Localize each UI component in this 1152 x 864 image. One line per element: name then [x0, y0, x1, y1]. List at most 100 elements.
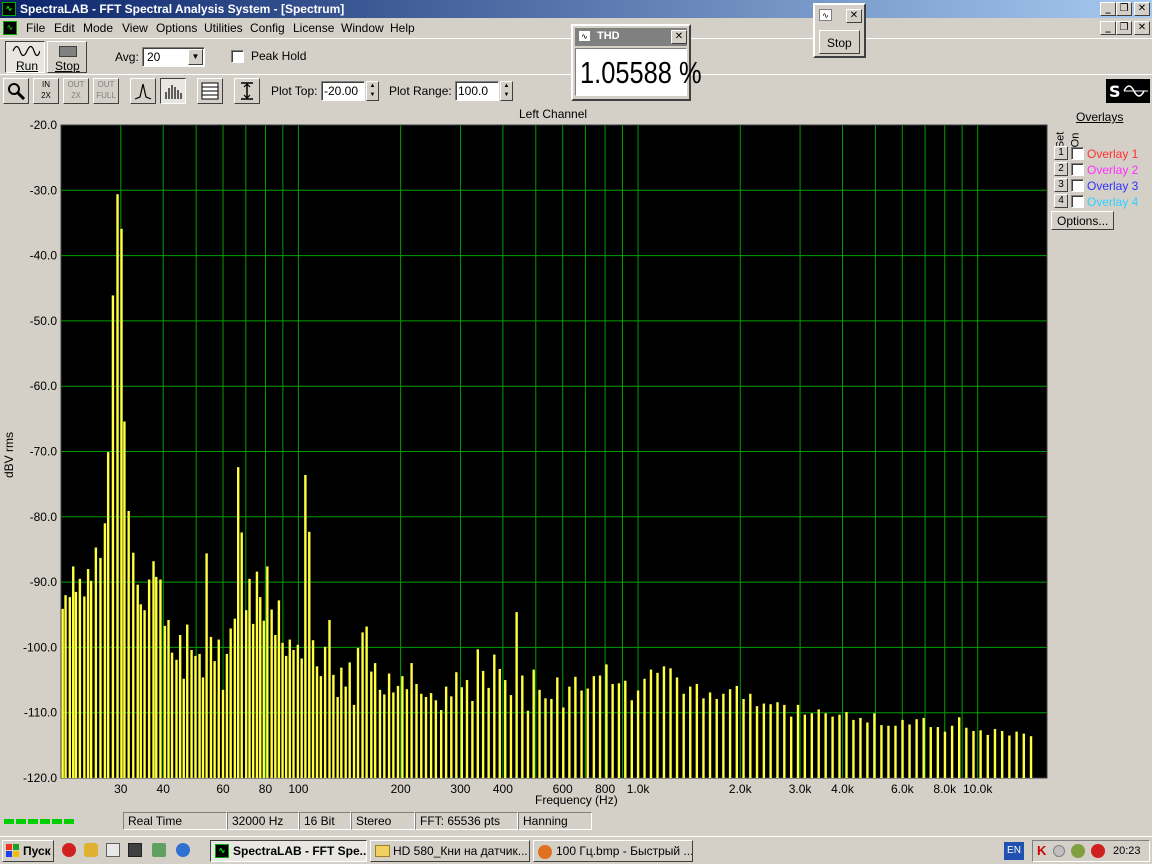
spectrum-bar	[106, 452, 110, 778]
task-spectralab[interactable]: ∿ SpectraLAB - FFT Spe...	[210, 840, 367, 862]
document-icon[interactable]: ∿	[3, 21, 17, 35]
spectrum-bar	[383, 694, 386, 778]
menu-config[interactable]: Config	[250, 21, 285, 35]
plot-range-input[interactable]: 100.0	[455, 81, 499, 101]
spectrum-bar	[311, 640, 315, 778]
spectrum-bar	[669, 668, 672, 778]
spectrum-bar	[728, 689, 732, 778]
language-indicator[interactable]: EN	[1004, 842, 1024, 860]
spectrum-bar	[824, 713, 827, 778]
status-fft: FFT: 65536 pts	[415, 812, 518, 830]
doc-restore-icon[interactable]: ❐	[1116, 21, 1132, 35]
spectrum-bar	[167, 619, 170, 778]
quicklaunch-app4-icon[interactable]	[128, 843, 142, 857]
spectrum-bar	[270, 609, 273, 778]
spectrum-bar	[901, 719, 904, 778]
close-icon[interactable]: ✕	[1134, 2, 1150, 16]
quicklaunch-app3-icon[interactable]	[106, 843, 120, 857]
menu-mode[interactable]: Mode	[83, 21, 113, 35]
antivirus-icon[interactable]: K	[1037, 844, 1049, 858]
spectrum-bar	[392, 692, 395, 778]
spectrum-bar	[266, 566, 269, 778]
network-icon[interactable]	[1053, 845, 1065, 857]
y-tick-label: -30.0	[30, 183, 58, 197]
quicklaunch-music-icon[interactable]	[152, 843, 166, 857]
overlay-set-button-3[interactable]: 3	[1054, 178, 1068, 192]
spectrum-bar	[986, 734, 989, 778]
peak-hold-checkbox[interactable]	[231, 50, 244, 63]
overlay-checkbox-3[interactable]	[1071, 179, 1084, 192]
spectrum-bar	[378, 689, 382, 778]
spectrum-bar	[439, 710, 443, 778]
stop-window-button[interactable]: Stop	[819, 30, 860, 54]
spectrum-bar	[175, 659, 178, 778]
doc-minimize-icon[interactable]: _	[1100, 21, 1116, 35]
overlay-set-button-1[interactable]: 1	[1054, 146, 1068, 160]
zoom-out-2x-button[interactable]: OUT 2X	[63, 78, 89, 104]
spectrum-chart[interactable]: -20.0 -30.0 -40.0 -50.0 -60.0 -70.0 -80.0 -90.0…	[0, 106, 1152, 810]
minimize-icon[interactable]: _	[1100, 2, 1116, 16]
start-button[interactable]: Пуск	[2, 840, 54, 862]
overlays-title: Overlays	[1076, 110, 1124, 124]
spectrum-bar	[68, 597, 71, 778]
run-button[interactable]: Run	[5, 41, 45, 73]
plot-top-input[interactable]: -20.00	[321, 81, 365, 101]
zoom-full-button[interactable]: OUT FULL	[93, 78, 119, 104]
overlay-checkbox-4[interactable]	[1071, 195, 1084, 208]
doc-close-icon[interactable]: ✕	[1134, 21, 1150, 35]
menu-view[interactable]: View	[122, 21, 148, 35]
menu-window[interactable]: Window	[341, 21, 384, 35]
plot-range-spinner[interactable]: ▲ ▼	[500, 81, 513, 101]
overlay-checkbox-2[interactable]	[1071, 163, 1084, 176]
tray-app-icon[interactable]	[1071, 844, 1085, 858]
status-mode: Real Time	[123, 812, 227, 830]
overlay-options-button[interactable]: Options...	[1051, 211, 1114, 230]
zoom-in-2x-button[interactable]: IN 2X	[33, 78, 59, 104]
overlay-set-button-2[interactable]: 2	[1054, 162, 1068, 176]
spectrum-bar	[950, 725, 954, 778]
zoom-button[interactable]	[3, 78, 29, 104]
quicklaunch-app2-icon[interactable]	[84, 843, 98, 857]
menu-utilities[interactable]: Utilities	[204, 21, 243, 35]
spectrum-bar	[598, 675, 602, 778]
overlay-checkbox-1[interactable]	[1071, 147, 1084, 160]
status-bar: Real Time 32000 Hz 16 Bit Stereo FFT: 65…	[0, 810, 1152, 832]
spectrum-bar	[789, 716, 793, 778]
stop-button[interactable]: Stop	[47, 41, 87, 73]
menu-license[interactable]: License	[293, 21, 334, 35]
spectrum-bar	[574, 676, 577, 778]
power-icon[interactable]	[1091, 844, 1105, 858]
autoscale-button[interactable]	[234, 78, 260, 104]
overlay-set-button-4[interactable]: 4	[1054, 194, 1068, 208]
menu-options[interactable]: Options	[156, 21, 197, 35]
bar-mode-button[interactable]	[160, 78, 186, 104]
task-image-viewer[interactable]: 100 Гц.bmp - Быстрый ...	[533, 840, 693, 862]
menu-file[interactable]: File	[26, 21, 45, 35]
menu-help[interactable]: Help	[390, 21, 415, 35]
thd-close-icon[interactable]: ✕	[671, 30, 687, 44]
task-folder[interactable]: HD 580_Кни на датчик...	[370, 840, 530, 862]
plot-top-spinner[interactable]: ▲ ▼	[366, 81, 379, 101]
spectrum-bar	[1022, 733, 1026, 778]
spectrum-bar	[328, 619, 331, 778]
status-fft-text: FFT: 65536 pts	[420, 814, 501, 828]
avg-select[interactable]: 20 ▼	[142, 47, 205, 67]
app-icon[interactable]: ∿	[2, 2, 16, 16]
plot-top-label: Plot Top:	[271, 84, 318, 98]
quicklaunch-browser-icon[interactable]	[176, 843, 190, 857]
y-tick-label: -120.0	[23, 771, 57, 785]
chevron-down-icon[interactable]: ▼	[188, 49, 203, 65]
spectrum-bar	[509, 695, 513, 778]
table-button[interactable]	[197, 78, 223, 104]
thd-title: THD	[597, 30, 620, 42]
quicklaunch-app1-icon[interactable]	[62, 843, 76, 857]
spectrum-bar	[213, 661, 216, 778]
spectrum-bar	[308, 531, 311, 778]
stop-window-close-icon[interactable]: ✕	[846, 9, 862, 23]
x-tick-label: 200	[391, 782, 411, 796]
restore-icon[interactable]: ❐	[1116, 2, 1132, 16]
spectrum-bar	[198, 653, 201, 778]
spectrum-bar	[922, 717, 925, 778]
line-mode-button[interactable]	[130, 78, 156, 104]
menu-edit[interactable]: Edit	[54, 21, 75, 35]
